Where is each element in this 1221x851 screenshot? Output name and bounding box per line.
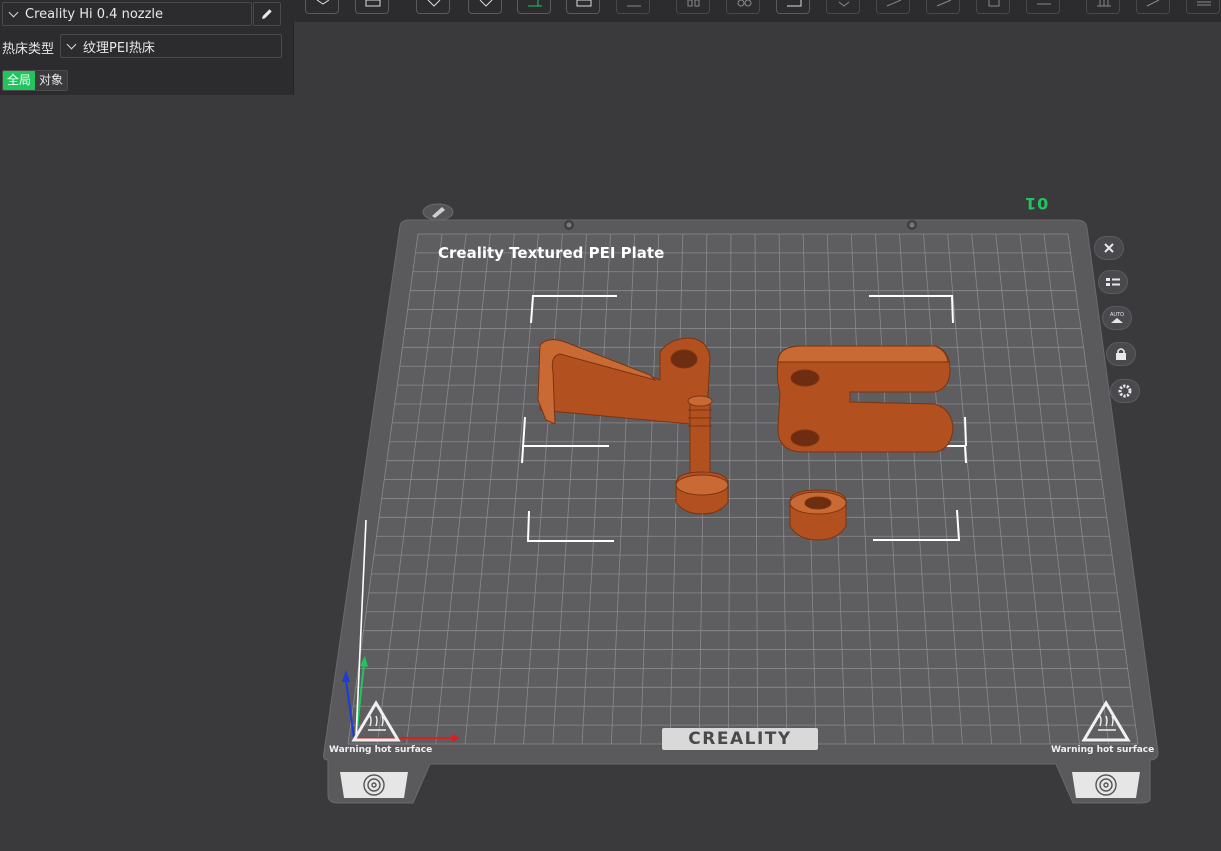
3d-viewport[interactable] bbox=[0, 0, 1221, 851]
measure-icon bbox=[1097, 0, 1111, 7]
toolbar-slice-button[interactable] bbox=[517, 0, 551, 14]
toolbar-add-plate-button[interactable] bbox=[355, 0, 389, 14]
edit-printer-button[interactable] bbox=[253, 2, 281, 26]
chevron-down-icon bbox=[67, 41, 77, 51]
fingerprint-grip-right bbox=[1072, 772, 1140, 798]
toolbar-move-button[interactable] bbox=[676, 0, 710, 14]
move-icon bbox=[687, 0, 700, 7]
lock-icon bbox=[1116, 348, 1126, 360]
plate-settings-button[interactable] bbox=[1110, 379, 1140, 403]
list-icon bbox=[1106, 278, 1120, 286]
scale-icon bbox=[787, 0, 802, 7]
fingerprint-grip-left bbox=[340, 772, 408, 798]
keyboard-icon bbox=[365, 0, 381, 7]
gear-icon bbox=[1118, 384, 1132, 398]
nozzle-value: Creality Hi 0.4 nozzle bbox=[25, 6, 164, 22]
print-bed-surface bbox=[348, 234, 1138, 744]
lay-flat-icon bbox=[838, 1, 850, 7]
nozzle-dropdown[interactable]: Creality Hi 0.4 nozzle bbox=[2, 2, 252, 26]
orient-icon bbox=[427, 0, 441, 7]
pencil-icon bbox=[262, 9, 272, 19]
toolbar-scale-button[interactable] bbox=[776, 0, 810, 14]
close-icon bbox=[1104, 243, 1114, 253]
plate-list-button[interactable] bbox=[1098, 270, 1128, 294]
toolbar-text-button[interactable] bbox=[1136, 0, 1170, 14]
arrange-icon bbox=[479, 0, 493, 7]
toolbar-more-button[interactable] bbox=[1186, 0, 1220, 14]
brand-logo: CREALITY bbox=[662, 728, 818, 750]
chevron-down-icon bbox=[9, 9, 19, 19]
toolbar-arrange-button[interactable] bbox=[468, 0, 502, 14]
toolbar-orient-button[interactable] bbox=[416, 0, 450, 14]
scope-tabs: 全局 对象 bbox=[2, 70, 69, 91]
bed-type-dropdown[interactable]: 纹理PEI热床 bbox=[60, 34, 282, 58]
top-toolbar bbox=[293, 0, 1221, 22]
delete-plate-button[interactable] bbox=[1094, 236, 1124, 260]
toolbar-measure-button[interactable] bbox=[1086, 0, 1120, 14]
support-icon bbox=[988, 0, 1000, 7]
bed-type-label: 热床类型 bbox=[2, 42, 55, 57]
toolbar-mesh-button[interactable] bbox=[926, 0, 960, 14]
toolbar-add-cube-button[interactable] bbox=[305, 0, 339, 14]
plate-edit-icon[interactable] bbox=[422, 203, 454, 221]
tab-global[interactable]: 全局 bbox=[3, 71, 36, 90]
split-icon bbox=[576, 0, 592, 7]
layout-icon bbox=[627, 5, 641, 7]
slice-icon bbox=[528, 0, 542, 7]
toolbar-rotate-button[interactable] bbox=[726, 0, 760, 14]
toolbar-layout-button[interactable] bbox=[616, 0, 650, 14]
bed-plate-title: Creality Textured PEI Plate bbox=[438, 244, 665, 262]
left-settings-panel: Creality Hi 0.4 nozzle 热床类型 纹理PEI热床 全局 对… bbox=[0, 0, 294, 95]
more-icon bbox=[1197, 1, 1211, 6]
rotate-icon bbox=[737, 0, 752, 7]
seam-icon bbox=[1037, 3, 1051, 5]
cube-icon bbox=[316, 0, 330, 5]
svg-text:AUTO: AUTO bbox=[1110, 312, 1124, 318]
mesh-icon bbox=[936, 0, 952, 7]
text-icon bbox=[1146, 0, 1160, 7]
cut-icon bbox=[886, 0, 902, 7]
tab-object[interactable]: 对象 bbox=[35, 71, 68, 90]
toolbar-support-button[interactable] bbox=[976, 0, 1010, 14]
model-nut bbox=[789, 489, 847, 541]
toolbar-lay-flat-button[interactable] bbox=[826, 0, 860, 14]
lock-plate-button[interactable] bbox=[1106, 342, 1136, 366]
bed-type-value: 纹理PEI热床 bbox=[83, 40, 155, 56]
warning-label-right: Warning hot surface bbox=[1051, 745, 1155, 755]
auto-arrange-plate-button[interactable]: AUTO bbox=[1102, 306, 1132, 330]
auto-arrange-icon: AUTO bbox=[1110, 312, 1124, 323]
warning-label-left: Warning hot surface bbox=[329, 745, 433, 755]
toolbar-cut-button[interactable] bbox=[876, 0, 910, 14]
toolbar-seam-button[interactable] bbox=[1026, 0, 1060, 14]
toolbar-split-button[interactable] bbox=[566, 0, 600, 14]
plate-number: 01 bbox=[1024, 194, 1049, 213]
